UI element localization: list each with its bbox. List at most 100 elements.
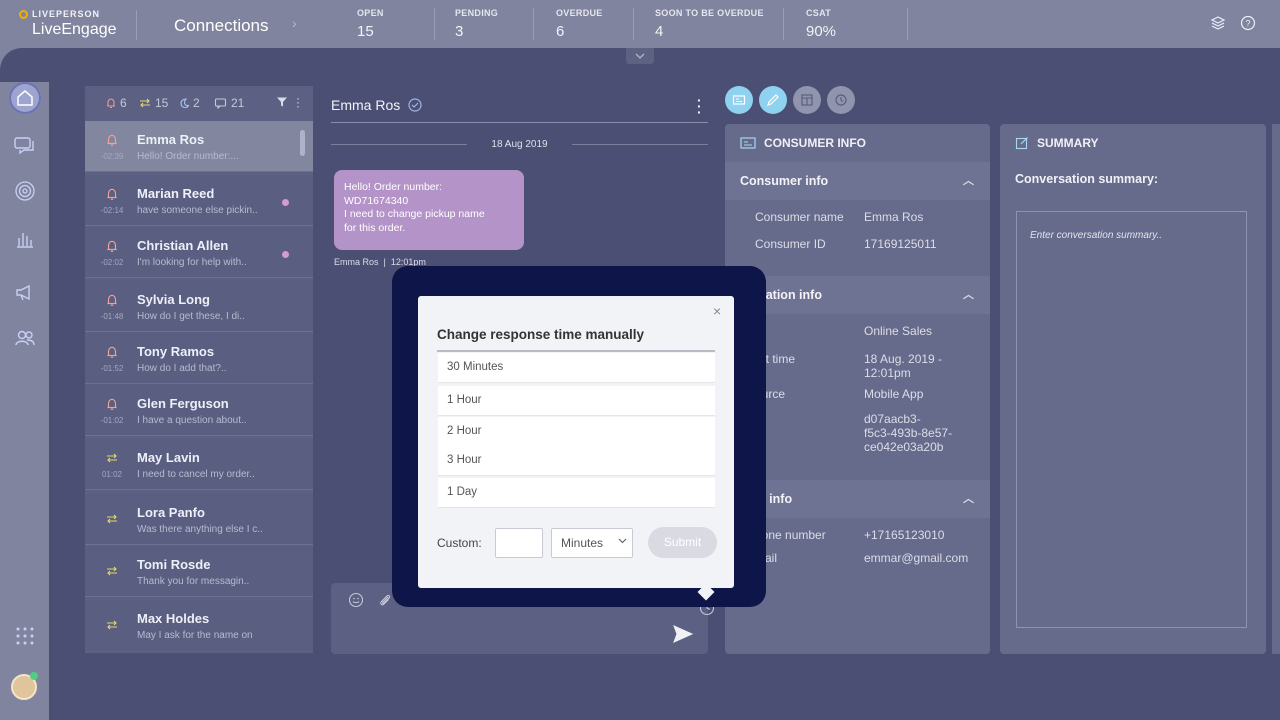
edit-icon bbox=[1015, 137, 1028, 150]
custom-label: Custom: bbox=[437, 536, 482, 550]
home-icon[interactable] bbox=[9, 82, 41, 114]
help-icon[interactable]: ? bbox=[1240, 15, 1256, 31]
logo-product: LiveEngage bbox=[32, 21, 117, 38]
campaigns-icon[interactable] bbox=[12, 279, 38, 305]
field-value: +17165123010 bbox=[864, 528, 945, 542]
logo-mark bbox=[19, 10, 28, 19]
users-icon[interactable] bbox=[12, 325, 38, 351]
option-30-minutes[interactable]: 30 Minutes bbox=[438, 353, 715, 383]
close-icon[interactable]: × bbox=[713, 303, 721, 319]
stat-overdue[interactable]: OVERDUE 6 bbox=[556, 8, 603, 40]
transfer-icon bbox=[105, 451, 119, 465]
transfer-icon bbox=[140, 98, 150, 108]
divider bbox=[434, 8, 435, 40]
list-item[interactable]: Tomi Rosde Thank you for messagin.. bbox=[85, 546, 313, 597]
list-item[interactable]: -01:02 Glen Ferguson I have a question a… bbox=[85, 385, 313, 436]
summary-textarea[interactable] bbox=[1016, 211, 1247, 628]
field-value: 18 Aug. 2019 - bbox=[864, 352, 943, 366]
chat-menu-icon[interactable]: · · · bbox=[697, 93, 702, 119]
layers-icon[interactable] bbox=[1210, 15, 1226, 31]
moon-icon bbox=[180, 98, 190, 109]
summary-label: Conversation summary: bbox=[1015, 172, 1159, 186]
id-card-icon bbox=[740, 137, 756, 149]
consumer-info-tab-icon[interactable] bbox=[725, 86, 753, 114]
field-value: Mobile App bbox=[864, 387, 924, 401]
divider bbox=[633, 8, 634, 40]
svg-text:?: ? bbox=[1245, 19, 1250, 29]
attachment-icon[interactable] bbox=[377, 592, 393, 608]
filter-waiting[interactable]: 2 bbox=[178, 96, 200, 110]
filter-messages[interactable]: 21 bbox=[214, 96, 244, 110]
list-menu-icon[interactable]: · · · bbox=[296, 92, 300, 112]
list-item[interactable]: Lora Panfo Was there anything else I c.. bbox=[85, 494, 313, 545]
dialog-title: Change response time manually bbox=[437, 327, 645, 342]
option-3-hour[interactable]: 3 Hour bbox=[438, 446, 715, 476]
list-item[interactable]: -01:48 Sylvia Long How do I get these, I… bbox=[85, 281, 313, 332]
side-nav-corner bbox=[0, 48, 50, 82]
filter-alerts[interactable]: 6 bbox=[105, 96, 127, 110]
collapse-header-button[interactable] bbox=[626, 48, 654, 64]
chevron-down-icon bbox=[618, 536, 627, 545]
chevron-up-icon: ︿ bbox=[963, 493, 974, 505]
chevron-right-icon[interactable]: › bbox=[292, 15, 297, 31]
chevron-up-icon: ︿ bbox=[963, 289, 974, 301]
field-value: Online Sales bbox=[864, 324, 933, 338]
verified-icon bbox=[407, 97, 423, 113]
unread-dot bbox=[282, 251, 289, 258]
field-value: emmar@gmail.com bbox=[864, 551, 969, 565]
divider bbox=[783, 8, 784, 40]
divider bbox=[331, 122, 708, 123]
field-value: ce042e03a20b bbox=[864, 440, 944, 454]
bell-icon bbox=[105, 397, 119, 411]
list-item[interactable]: Max Holdes May I ask for the name on bbox=[85, 600, 313, 651]
crm-tab-icon[interactable] bbox=[793, 86, 821, 114]
bell-icon bbox=[105, 239, 119, 253]
toolbar-icons: ? bbox=[1210, 15, 1256, 31]
filter-icon[interactable] bbox=[276, 96, 288, 108]
list-item[interactable]: -01:52 Tony Ramos How do I add that?.. bbox=[85, 333, 313, 384]
field-value: f5c3-493b-8e57- bbox=[864, 426, 953, 440]
list-item[interactable]: -02:14 Marian Reed have someone else pic… bbox=[85, 175, 313, 226]
panel-header: CONSUMER INFO bbox=[725, 124, 990, 162]
scrollbar-thumb[interactable] bbox=[300, 130, 305, 156]
option-1-day[interactable]: 1 Day bbox=[438, 478, 715, 508]
field-label: Consumer name bbox=[755, 210, 844, 224]
option-2-hour[interactable]: 2 Hour bbox=[438, 417, 715, 447]
history-tab-icon[interactable] bbox=[827, 86, 855, 114]
message-icon bbox=[214, 98, 227, 109]
stat-pending[interactable]: PENDING 3 bbox=[455, 8, 498, 40]
stat-open[interactable]: OPEN 15 bbox=[357, 8, 384, 40]
send-icon[interactable] bbox=[672, 624, 694, 644]
emoji-icon[interactable] bbox=[348, 592, 364, 608]
page-title: Connections bbox=[174, 16, 269, 35]
right-panel-tabs bbox=[725, 86, 855, 114]
list-item[interactable]: 01:02 May Lavin I need to cancel my orde… bbox=[85, 439, 313, 490]
summary-tab-icon[interactable] bbox=[759, 86, 787, 114]
option-1-hour[interactable]: 1 Hour bbox=[438, 386, 715, 416]
message-bubble: Hello! Order number: WD71674340 I need t… bbox=[334, 170, 524, 250]
field-value: 17169125011 bbox=[864, 237, 937, 251]
chevron-up-icon: ︿ bbox=[963, 175, 974, 187]
chat-contact-name: Emma Ros bbox=[331, 97, 401, 113]
panel-header: SUMMARY bbox=[1000, 124, 1266, 162]
stat-soon-overdue[interactable]: SOON TO BE OVERDUE 4 bbox=[655, 8, 764, 40]
section-consumer-info[interactable]: Consumer info ︿ bbox=[725, 162, 990, 200]
apps-grid-icon[interactable] bbox=[12, 623, 38, 649]
list-item[interactable]: -02:02 Christian Allen I'm looking for h… bbox=[85, 227, 313, 278]
list-item[interactable]: -02:39 Emma Ros Hello! Order number:... bbox=[85, 121, 313, 172]
submit-button[interactable]: Submit bbox=[648, 527, 717, 558]
logo-company: LIVEPERSON bbox=[32, 9, 101, 19]
unread-dot bbox=[282, 199, 289, 206]
conversations-icon[interactable] bbox=[12, 132, 38, 158]
divider bbox=[533, 8, 534, 40]
custom-time-input[interactable] bbox=[495, 528, 543, 558]
filter-transfers[interactable]: 15 bbox=[138, 96, 168, 110]
divider bbox=[437, 350, 715, 352]
panel-edge bbox=[1272, 124, 1280, 654]
online-status-dot bbox=[30, 672, 38, 680]
fingerprint-icon[interactable] bbox=[12, 178, 38, 204]
stat-csat[interactable]: CSAT 90% bbox=[806, 8, 836, 40]
field-value: d07aacb3- bbox=[864, 412, 921, 426]
analytics-icon[interactable] bbox=[12, 226, 38, 252]
transfer-icon bbox=[105, 618, 119, 632]
